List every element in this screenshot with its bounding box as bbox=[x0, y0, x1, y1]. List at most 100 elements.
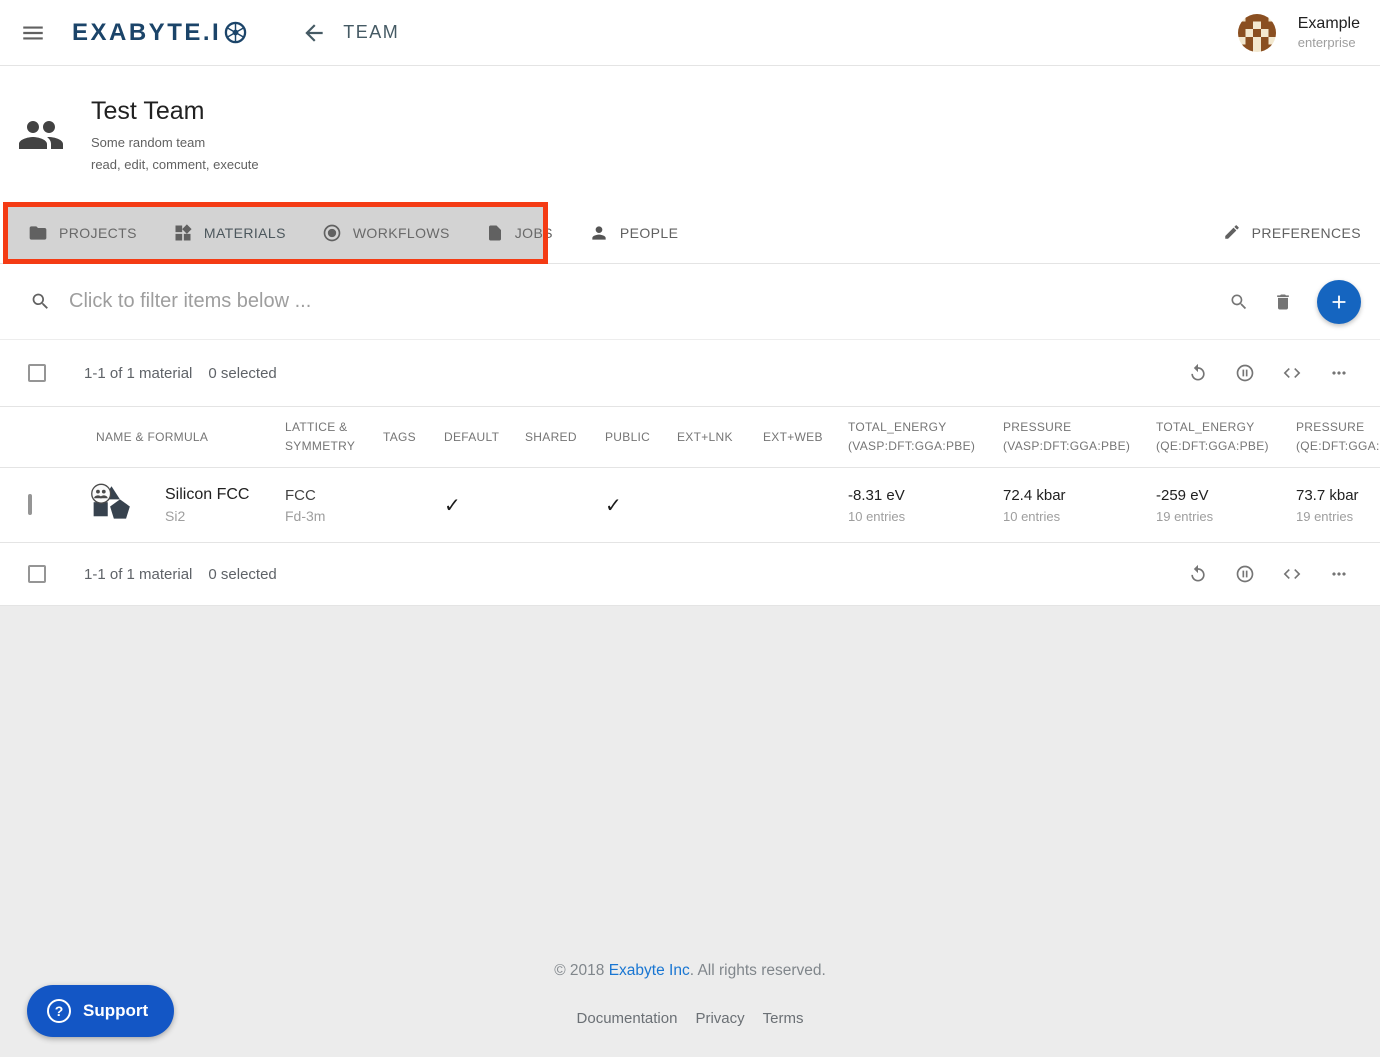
page-title: TEAM bbox=[343, 22, 399, 43]
total-energy-vasp-entries: 10 entries bbox=[848, 509, 1003, 524]
add-material-button[interactable] bbox=[1317, 280, 1361, 324]
tab-label: PROJECTS bbox=[59, 225, 137, 241]
list-controls-top: 1-1 of 1 material 0 selected bbox=[0, 340, 1380, 407]
selected-count: 0 selected bbox=[208, 566, 276, 583]
team-header: Test Team Some random team read, edit, c… bbox=[0, 66, 1380, 203]
total-energy-vasp-cell: -8.31 eV 10 entries bbox=[848, 487, 1003, 524]
list-controls-bottom: 1-1 of 1 material 0 selected bbox=[0, 543, 1380, 606]
logo-wheel-icon bbox=[224, 21, 247, 44]
support-button[interactable]: ? Support bbox=[27, 985, 174, 1037]
back-arrow-icon[interactable] bbox=[301, 20, 327, 46]
tab-workflows[interactable]: WORKFLOWS bbox=[304, 203, 468, 263]
item-count: 1-1 of 1 material bbox=[84, 566, 192, 583]
pressure-qe-entries: 19 entries bbox=[1296, 509, 1380, 524]
col-total-energy-qe[interactable]: TOTAL_ENERGY (QE:DFT:GGA:PBE) bbox=[1156, 418, 1296, 455]
preferences-label: PREFERENCES bbox=[1252, 225, 1361, 241]
table-row[interactable]: Silicon FCC Si2 FCC Fd-3m ✓ ✓ -8.31 eV 1… bbox=[0, 468, 1380, 543]
material-name[interactable]: Silicon FCC bbox=[165, 486, 249, 504]
tab-label: JOBS bbox=[515, 225, 553, 241]
user-info: Example enterprise bbox=[1298, 15, 1360, 50]
team-text: Test Team Some random team read, edit, c… bbox=[91, 97, 259, 172]
col-ext-lnk[interactable]: EXT+LNK bbox=[677, 428, 763, 447]
search-button-icon[interactable] bbox=[1229, 292, 1249, 312]
tab-label: MATERIALS bbox=[204, 225, 286, 241]
documentation-link[interactable]: Documentation bbox=[577, 1010, 678, 1027]
app-window: EXABYTE.I TEAM bbox=[0, 0, 1380, 1057]
file-icon bbox=[486, 223, 504, 243]
table-header: NAME & FORMULA LATTICE & SYMMETRY TAGS D… bbox=[0, 407, 1380, 468]
check-icon: ✓ bbox=[605, 495, 622, 517]
company-link[interactable]: Exabyte Inc bbox=[609, 962, 690, 979]
delete-icon[interactable] bbox=[1273, 292, 1293, 312]
material-formula: Si2 bbox=[165, 508, 249, 524]
user-name: Example bbox=[1298, 15, 1360, 33]
copyright-suffix: . All rights reserved. bbox=[690, 962, 826, 979]
select-all-checkbox[interactable] bbox=[28, 565, 46, 583]
search-icon bbox=[30, 291, 51, 312]
select-all-checkbox[interactable] bbox=[28, 364, 46, 382]
selected-count: 0 selected bbox=[208, 365, 276, 382]
tab-label: PEOPLE bbox=[620, 225, 678, 241]
code-icon[interactable] bbox=[1282, 363, 1302, 383]
filter-input[interactable] bbox=[69, 290, 1229, 313]
pressure-qe-value: 73.7 kbar bbox=[1296, 487, 1380, 504]
team-description: Some random team bbox=[91, 135, 259, 150]
col-lattice-symmetry[interactable]: LATTICE & SYMMETRY bbox=[285, 418, 383, 455]
row-checkbox[interactable] bbox=[28, 494, 32, 515]
folder-icon bbox=[28, 223, 48, 243]
total-energy-qe-entries: 19 entries bbox=[1156, 509, 1296, 524]
support-label: Support bbox=[83, 1001, 148, 1021]
footer-links: Documentation Privacy Terms bbox=[0, 1010, 1380, 1027]
refresh-icon[interactable] bbox=[1188, 363, 1208, 383]
lattice-type: FCC bbox=[285, 487, 383, 504]
copyright: © 2018 Exabyte Inc. All rights reserved. bbox=[0, 962, 1380, 980]
total-energy-vasp-value: -8.31 eV bbox=[848, 487, 1003, 504]
lattice-cell: FCC Fd-3m bbox=[285, 487, 383, 524]
material-icon bbox=[88, 483, 135, 527]
team-permissions: read, edit, comment, execute bbox=[91, 157, 259, 172]
privacy-link[interactable]: Privacy bbox=[695, 1010, 744, 1027]
name-cell[interactable]: Silicon FCC Si2 bbox=[60, 483, 285, 527]
tab-projects[interactable]: PROJECTS bbox=[0, 203, 155, 263]
pencil-icon bbox=[1223, 223, 1241, 244]
tab-bar: PROJECTS MATERIALS WORKFLOWS JOBS PEOPLE bbox=[0, 203, 1380, 264]
avatar[interactable] bbox=[1238, 14, 1276, 52]
pressure-vasp-entries: 10 entries bbox=[1003, 509, 1156, 524]
preferences-button[interactable]: PREFERENCES bbox=[1223, 223, 1380, 244]
top-bar: EXABYTE.I TEAM bbox=[0, 0, 1380, 66]
widgets-icon bbox=[173, 223, 193, 243]
person-icon bbox=[589, 223, 609, 243]
refresh-icon[interactable] bbox=[1188, 564, 1208, 584]
terms-link[interactable]: Terms bbox=[763, 1010, 804, 1027]
col-pressure-vasp[interactable]: PRESSURE (VASP:DFT:GGA:PBE) bbox=[1003, 418, 1156, 455]
col-total-energy-vasp[interactable]: TOTAL_ENERGY (VASP:DFT:GGA:PBE) bbox=[848, 418, 1003, 455]
menu-icon[interactable] bbox=[20, 20, 46, 46]
pause-icon[interactable] bbox=[1235, 564, 1255, 584]
copyright-prefix: © 2018 bbox=[554, 962, 609, 979]
tab-materials[interactable]: MATERIALS bbox=[155, 203, 304, 263]
col-shared[interactable]: SHARED bbox=[525, 428, 605, 447]
team-group-icon bbox=[15, 115, 67, 155]
col-pressure-qe[interactable]: PRESSURE (QE:DFT:GGA:PBE) bbox=[1296, 418, 1380, 455]
default-cell: ✓ bbox=[444, 493, 525, 518]
code-icon[interactable] bbox=[1282, 564, 1302, 584]
more-options-icon[interactable] bbox=[1329, 564, 1349, 584]
tab-label: WORKFLOWS bbox=[353, 225, 450, 241]
public-cell: ✓ bbox=[605, 493, 677, 518]
tab-jobs[interactable]: JOBS bbox=[468, 203, 571, 263]
col-public[interactable]: PUBLIC bbox=[605, 428, 677, 447]
tab-people[interactable]: PEOPLE bbox=[571, 203, 696, 263]
exabyte-logo[interactable]: EXABYTE.I bbox=[72, 19, 247, 47]
pause-icon[interactable] bbox=[1235, 363, 1255, 383]
col-name-formula[interactable]: NAME & FORMULA bbox=[60, 428, 285, 447]
more-options-icon[interactable] bbox=[1329, 363, 1349, 383]
team-name: Test Team bbox=[91, 97, 259, 126]
user-menu[interactable]: Example enterprise bbox=[1238, 14, 1360, 52]
pressure-vasp-cell: 72.4 kbar 10 entries bbox=[1003, 487, 1156, 524]
col-ext-web[interactable]: EXT+WEB bbox=[763, 428, 848, 447]
content-background: © 2018 Exabyte Inc. All rights reserved.… bbox=[0, 606, 1380, 1057]
total-energy-qe-cell: -259 eV 19 entries bbox=[1156, 487, 1296, 524]
name-stack: Silicon FCC Si2 bbox=[165, 486, 249, 524]
col-default[interactable]: DEFAULT bbox=[444, 428, 525, 447]
col-tags[interactable]: TAGS bbox=[383, 428, 444, 447]
